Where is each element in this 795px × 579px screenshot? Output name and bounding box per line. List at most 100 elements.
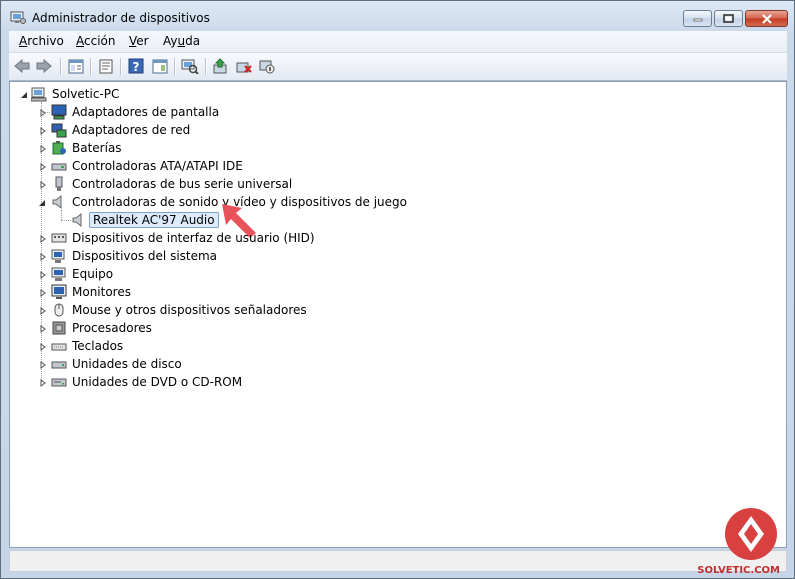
tree-item-label: Teclados [72,339,124,353]
menu-accion[interactable]: Acción [76,34,115,48]
toolbar-separator [205,58,207,75]
tree-item-label: Controladoras de bus serie universal [72,177,293,191]
properties-icon[interactable] [96,57,116,75]
tree-item-ata-atapi[interactable]: Controladoras ATA/ATAPI IDE [51,157,246,175]
toolbar-separator [174,58,176,75]
speaker-icon [51,194,67,210]
toolbar-separator [120,58,122,75]
display-adapter-icon [51,104,67,120]
expand-arrow-icon[interactable] [38,162,47,171]
device-manager-window: Administrador de dispositivos Archivo Ac… [0,0,795,579]
tree-item-dvd[interactable]: Unidades de DVD o CD-ROM [51,373,245,391]
status-bar [9,550,787,572]
expand-arrow-icon[interactable] [38,360,47,369]
expand-arrow-icon[interactable] [38,324,47,333]
tree-item-label: Dispositivos del sistema [72,249,218,263]
tree-item-label: Adaptadores de pantalla [72,105,220,119]
tree-item-mouse[interactable]: Mouse y otros dispositivos señaladores [51,301,310,319]
menu-bar: Archivo Acción Ver Ayuda [9,31,787,53]
caption-buttons [683,10,788,29]
tree-item-label: Procesadores [72,321,152,335]
keyboard-icon [51,338,67,354]
menu-ver[interactable]: Ver [129,34,149,48]
collapse-arrow-icon[interactable] [19,90,28,99]
tree-item-usb[interactable]: Controladoras de bus serie universal [51,175,295,193]
tree-item-equipo[interactable]: Equipo [51,265,116,283]
svg-text:?: ? [133,60,140,74]
battery-icon [51,140,67,156]
speaker-icon [71,212,87,228]
menu-archivo[interactable]: Archivo [19,34,64,48]
tree-item-label: Unidades de DVD o CD-ROM [72,375,243,389]
help-icon[interactable]: ? [126,57,146,75]
dvd-drive-icon [51,374,67,390]
tree-item-label: Baterías [72,141,122,155]
forward-icon[interactable] [34,57,54,75]
tree-item-realtek-audio[interactable]: Realtek AC'97 Audio [71,211,219,229]
collapse-arrow-icon[interactable] [37,198,46,207]
mouse-icon [51,302,67,318]
hid-icon [51,230,67,246]
tree-item-sistema[interactable]: Dispositivos del sistema [51,247,220,265]
expand-arrow-icon[interactable] [38,306,47,315]
tree-item-label: Realtek AC'97 Audio [89,212,219,228]
tree-item-label: Controladoras ATA/ATAPI IDE [72,159,243,173]
tree-item-baterias[interactable]: Baterías [51,139,125,157]
tree-item-label: Dispositivos de interfaz de usuario (HID… [72,231,315,245]
tree-item-label: Equipo [72,267,114,281]
action-pane-icon[interactable] [150,57,170,75]
title-bar[interactable]: Administrador de dispositivos [1,1,794,31]
tree-connector [61,220,71,221]
tree-item-label: Adaptadores de red [72,123,191,137]
tree-connector [42,112,50,113]
update-driver-icon[interactable] [211,57,231,75]
ide-controller-icon [51,158,67,174]
toolbar: ? [9,53,787,81]
expand-arrow-icon[interactable] [38,288,47,297]
menu-ayuda[interactable]: Ayuda [163,34,200,48]
monitor-icon [51,284,67,300]
expand-arrow-icon[interactable] [38,126,47,135]
expand-arrow-icon[interactable] [38,270,47,279]
tree-item-unidades-disco[interactable]: Unidades de disco [51,355,185,373]
network-adapter-icon [51,122,67,138]
tree-root[interactable]: Solvetic-PC [31,85,122,103]
expand-arrow-icon[interactable] [38,342,47,351]
expand-arrow-icon[interactable] [38,180,47,189]
show-hide-console-tree-icon[interactable] [66,57,86,75]
expand-arrow-icon[interactable] [38,378,47,387]
window-title: Administrador de dispositivos [32,11,210,25]
watermark-text: SOLVETIC.COM [697,565,780,576]
disk-drive-icon [51,356,67,372]
device-manager-icon [10,10,26,24]
tree-item-hid[interactable]: Dispositivos de interfaz de usuario (HID… [51,229,318,247]
tree-item-adaptadores-pantalla[interactable]: Adaptadores de pantalla [51,103,222,121]
tree-item-adaptadores-red[interactable]: Adaptadores de red [51,121,193,139]
system-device-icon [51,248,67,264]
tree-item-label: Mouse y otros dispositivos señaladores [72,303,307,317]
tree-root-label: Solvetic-PC [52,87,120,101]
toolbar-separator [90,58,92,75]
tree-item-label: Unidades de disco [72,357,182,371]
tree-item-procesadores[interactable]: Procesadores [51,319,155,337]
disable-icon[interactable] [257,57,277,75]
expand-arrow-icon[interactable] [38,252,47,261]
tree-item-label: Monitores [72,285,131,299]
uninstall-icon[interactable] [234,57,254,75]
device-tree[interactable]: Solvetic-PC Adaptadores de pantalla Adap… [9,81,787,548]
computer-icon [31,86,47,102]
back-icon[interactable] [12,57,32,75]
toolbar-separator [60,58,62,75]
tree-connector [61,210,62,220]
tree-item-teclados[interactable]: Teclados [51,337,126,355]
processor-icon [51,320,67,336]
computer-icon [51,266,67,282]
tree-item-monitores[interactable]: Monitores [51,283,134,301]
expand-arrow-icon[interactable] [38,234,47,243]
minimize-button[interactable] [683,10,712,27]
expand-arrow-icon[interactable] [38,144,47,153]
maximize-button[interactable] [714,10,743,27]
usb-icon [51,176,67,192]
scan-hardware-icon[interactable] [180,57,200,75]
close-button[interactable] [745,10,788,27]
